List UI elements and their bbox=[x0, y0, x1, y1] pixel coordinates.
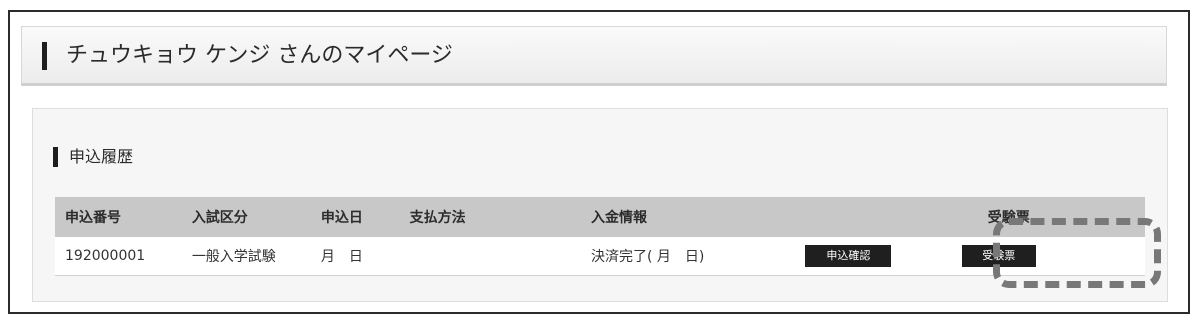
cell-exam-type: 一般入学試験 bbox=[191, 237, 321, 276]
payment-method-redacted bbox=[409, 246, 522, 266]
cell-confirm: 申込確認 bbox=[805, 237, 928, 276]
column-header-application-number: 申込番号 bbox=[55, 197, 192, 237]
table-header-row: 申込番号 入試区分 申込日 支払方法 入金情報 受験票 bbox=[55, 197, 1145, 237]
page-header: チュウキョウ ケンジ さんのマイページ bbox=[21, 26, 1167, 86]
application-history-table: 申込番号 入試区分 申込日 支払方法 入金情報 受験票 192000001 一般… bbox=[55, 197, 1145, 276]
cell-application-date: 月 日 bbox=[320, 237, 410, 276]
column-header-application-date: 申込日 bbox=[320, 197, 410, 237]
section-title: 申込履歴 bbox=[69, 147, 134, 166]
application-confirm-button[interactable]: 申込確認 bbox=[805, 245, 892, 267]
column-header-exam-type: 入試区分 bbox=[191, 197, 321, 237]
cell-exam-ticket: 受験票 bbox=[927, 237, 1145, 276]
column-header-payment-method: 支払方法 bbox=[409, 197, 591, 237]
page-title: チュウキョウ ケンジ さんのマイページ bbox=[66, 43, 453, 68]
cell-application-number: 192000001 bbox=[55, 237, 192, 276]
application-history-panel: 申込履歴 申込番号 入試区分 申込日 支払方法 入金情報 受験票 1920000… bbox=[32, 108, 1168, 302]
section-accent-bar bbox=[53, 147, 58, 167]
application-date-value: 月 日 bbox=[320, 249, 363, 265]
cell-payment-info: 決済完了( 月 日) bbox=[590, 237, 806, 276]
column-header-payment-info: 入金情報 bbox=[590, 197, 806, 237]
header-accent-bar bbox=[42, 42, 47, 70]
table-row: 192000001 一般入学試験 月 日 決済完了( 月 日) 申込確認 受験票 bbox=[55, 237, 1145, 276]
column-header-exam-ticket: 受験票 bbox=[927, 197, 1145, 237]
exam-ticket-button[interactable]: 受験票 bbox=[961, 245, 1036, 267]
column-header-confirm bbox=[805, 197, 928, 237]
cell-payment-method bbox=[409, 237, 591, 276]
